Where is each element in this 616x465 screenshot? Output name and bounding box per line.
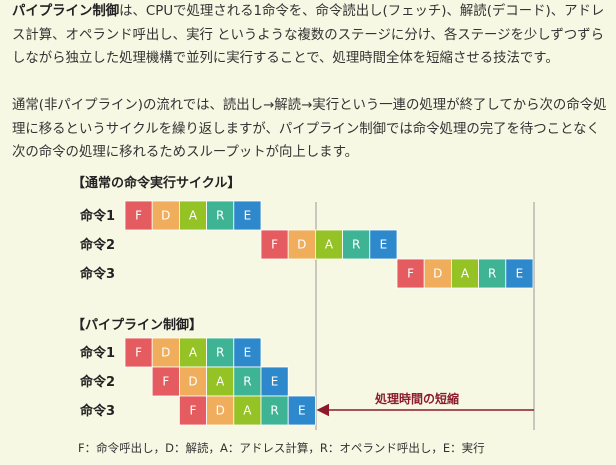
normal-row2-stage-r-label: R bbox=[352, 238, 360, 252]
normal-row1-stage-a-label: A bbox=[189, 209, 198, 223]
pipeline-row3-stage-f-label: F bbox=[190, 404, 197, 418]
pipeline-row1-stage-e-label: E bbox=[244, 346, 252, 360]
normal-row3-stage-r-label: R bbox=[488, 267, 496, 281]
pipeline-row-label-1: 命令1 bbox=[79, 345, 115, 361]
normal-row1-stage-r-label: R bbox=[216, 209, 224, 223]
pipeline-row-label-2: 命令2 bbox=[79, 374, 115, 390]
pipeline-row2-stage-a-label: A bbox=[216, 375, 225, 389]
pipeline-row3-stage-a-label: A bbox=[243, 404, 252, 418]
pipeline-row2-stage-e-label: E bbox=[271, 375, 279, 389]
normal-cycle-title: 【通常の命令実行サイクル】 bbox=[72, 175, 240, 191]
normal-row3-stage-e-label: E bbox=[516, 267, 524, 281]
pipeline-row2-stage-r-label: R bbox=[243, 375, 251, 389]
normal-row3-stage-d-label: D bbox=[433, 267, 442, 281]
normal-row3-stage-a-label: A bbox=[461, 267, 470, 281]
pipeline-row1-stage-d-label: D bbox=[161, 346, 170, 360]
pipeline-row1-stage-f-label: F bbox=[135, 346, 142, 360]
pipeline-diagram: 【通常の命令実行サイクル】 命令1 命令2 命令3 F D A R E F D A R E F D A R… bbox=[72, 175, 535, 455]
reduction-note: 処理時間の短縮 bbox=[374, 391, 459, 406]
normal-row1-stage-f-label: F bbox=[135, 209, 142, 223]
normal-row3-stage-f-label: F bbox=[407, 267, 414, 281]
pipeline-row2-stage-f-label: F bbox=[162, 375, 169, 389]
pipeline-row-label-3: 命令3 bbox=[79, 403, 115, 419]
normal-row1-stage-d-label: D bbox=[161, 209, 170, 223]
pipeline-row1-stage-a-label: A bbox=[189, 346, 198, 360]
pipeline-row2-stage-d-label: D bbox=[188, 375, 197, 389]
normal-row2-stage-d-label: D bbox=[297, 238, 306, 252]
normal-row1-stage-e-label: E bbox=[244, 209, 252, 223]
pipeline-row3-stage-d-label: D bbox=[216, 404, 225, 418]
stage-legend: F：命令呼出し，D：解読，A：アドレス計算，R：オペランド呼出し，E：実行 bbox=[78, 441, 485, 455]
pipeline-title: 【パイプライン制御】 bbox=[72, 317, 202, 333]
pipeline-cells: F D A R E F D A R E F D A R E bbox=[124, 337, 316, 426]
normal-cycle-cells: F D A R E F D A R E F D A R E bbox=[124, 200, 534, 289]
normal-row-label-3: 命令3 bbox=[79, 266, 115, 282]
normal-row2-stage-f-label: F bbox=[271, 238, 278, 252]
normal-row2-stage-e-label: E bbox=[380, 238, 388, 252]
normal-row2-stage-a-label: A bbox=[325, 238, 334, 252]
normal-row-label-2: 命令2 bbox=[79, 237, 115, 253]
pipeline-row3-stage-e-label: E bbox=[298, 404, 306, 418]
normal-row-label-1: 命令1 bbox=[79, 208, 115, 224]
pipeline-row1-stage-r-label: R bbox=[216, 346, 224, 360]
pipeline-row3-stage-r-label: R bbox=[270, 404, 278, 418]
